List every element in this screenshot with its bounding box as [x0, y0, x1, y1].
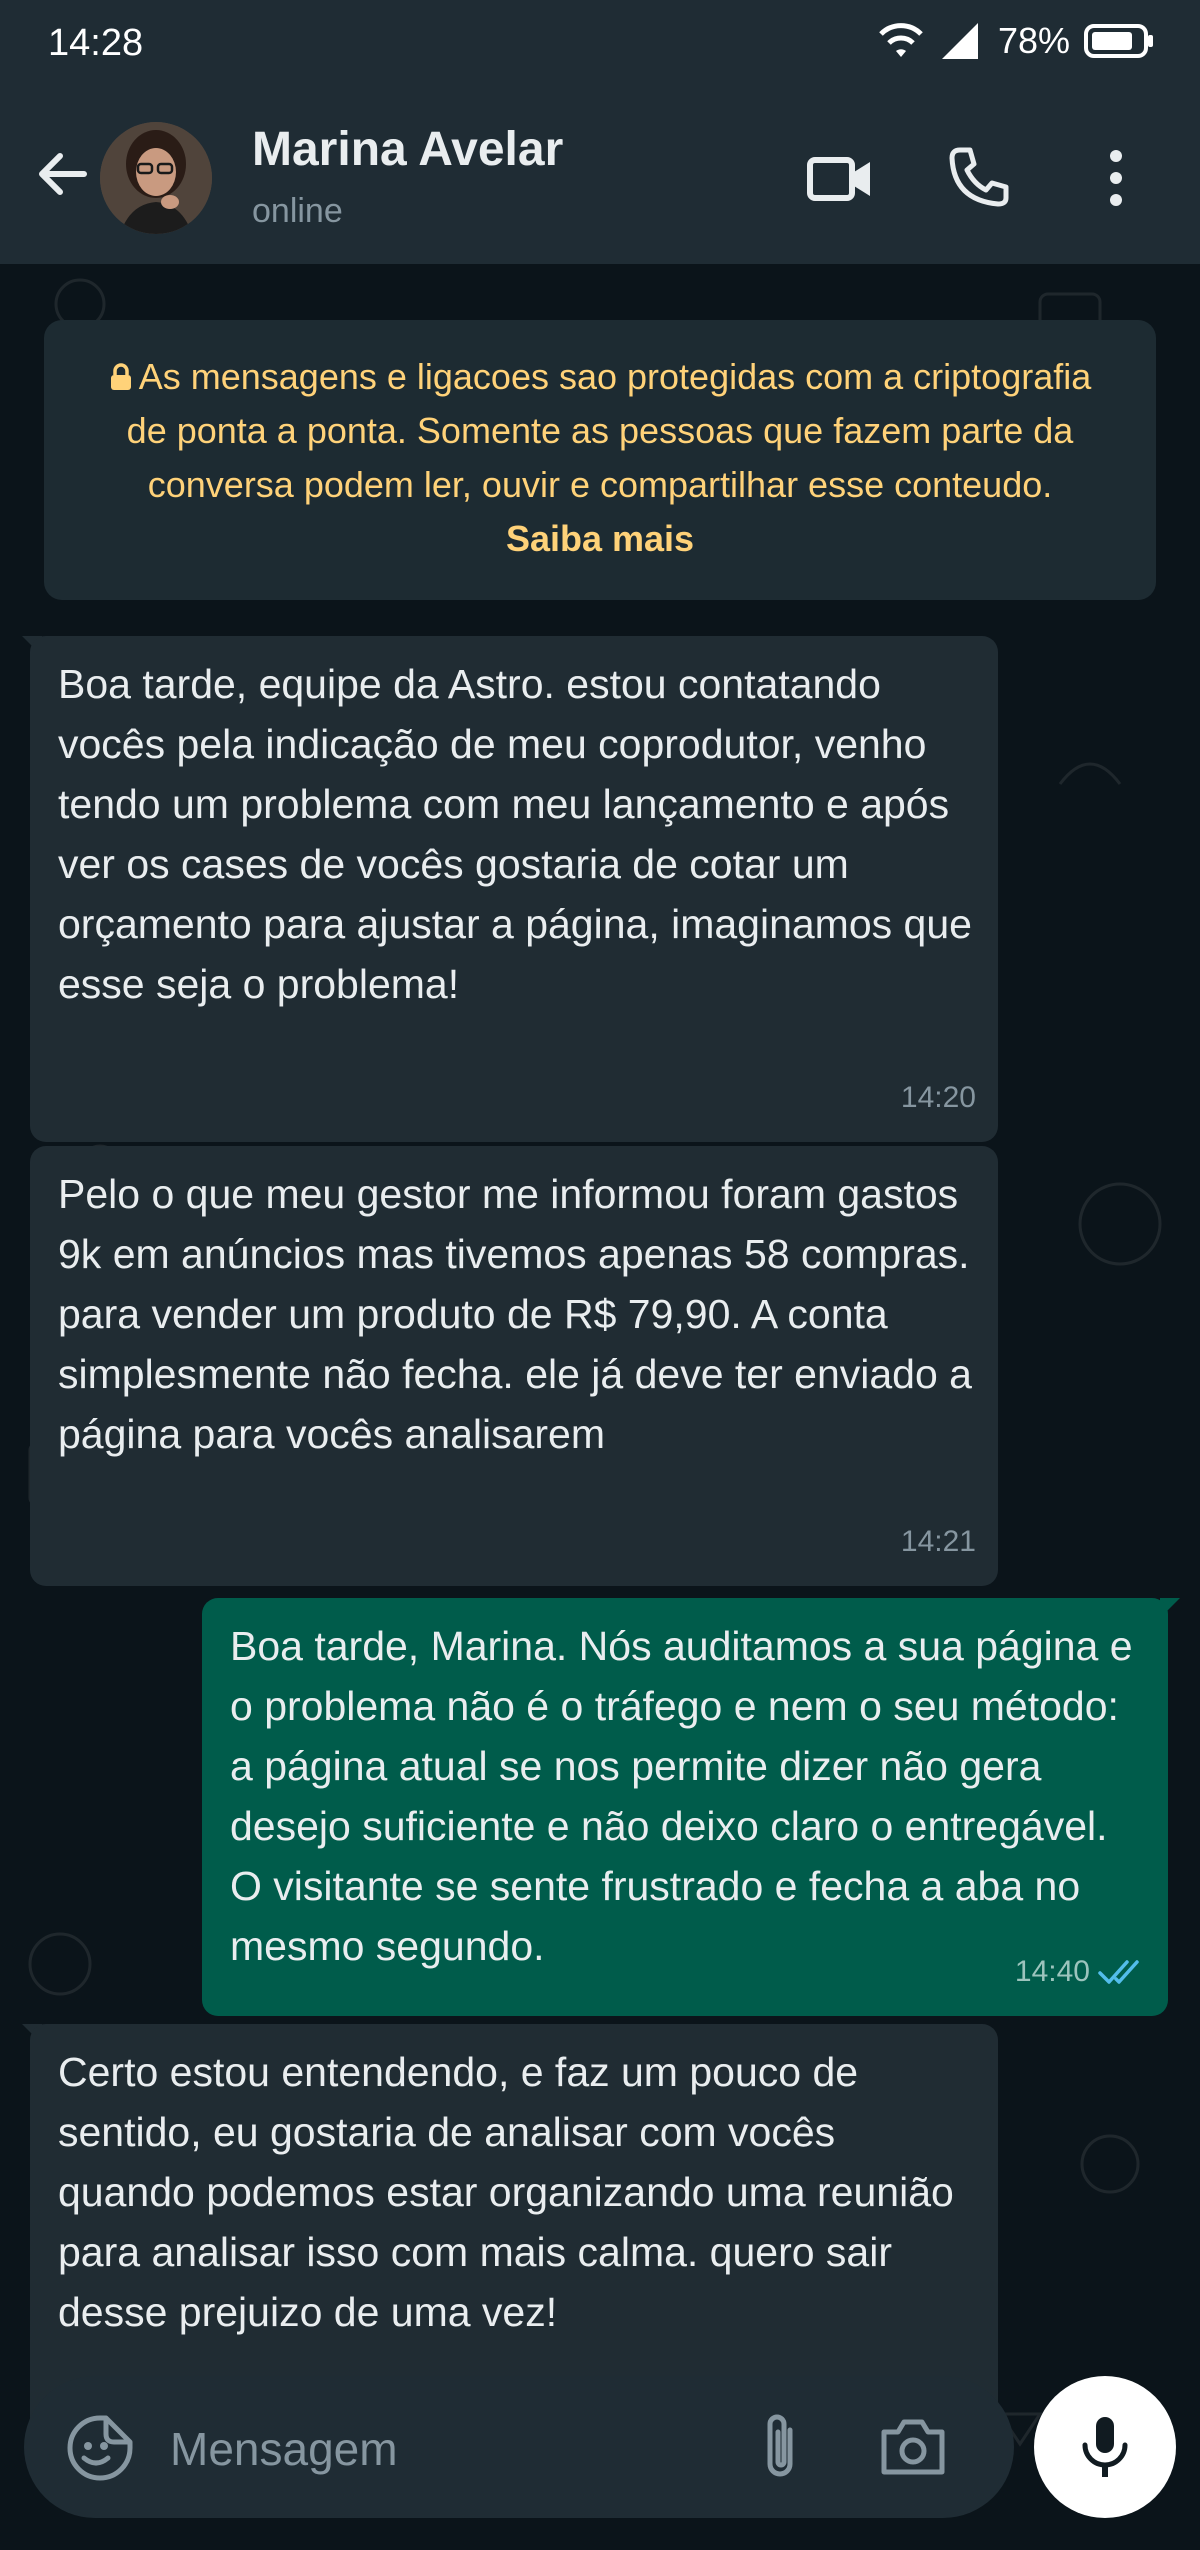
message-time: 14:20 — [900, 1081, 976, 1114]
signal-icon — [941, 23, 978, 59]
sticker-emoji-icon[interactable] — [64, 2412, 136, 2484]
message-input[interactable]: Mensagem — [170, 2422, 398, 2476]
learn-more-link[interactable]: Saiba mais — [506, 518, 694, 559]
message-incoming[interactable]: Pelo o que meu gestor me informou foram … — [30, 1146, 998, 1586]
phone-call-icon[interactable] — [942, 142, 1014, 214]
contact-name[interactable]: Marina Avelar — [252, 122, 563, 177]
encryption-notice[interactable]: As mensagens e ligacoes sao protegidas c… — [44, 320, 1156, 600]
avatar[interactable] — [100, 122, 212, 234]
more-options-icon[interactable] — [1080, 142, 1152, 214]
contact-status: online — [252, 192, 343, 230]
video-call-icon[interactable] — [804, 142, 876, 214]
read-receipt-icon — [1098, 1960, 1139, 1984]
lock-icon — [110, 363, 131, 390]
status-time: 14:28 — [48, 22, 144, 64]
microphone-icon — [1082, 2417, 1128, 2477]
wifi-icon — [879, 23, 923, 57]
battery-icon — [1084, 24, 1153, 58]
message-incoming[interactable]: Boa tarde, equipe da Astro. estou contat… — [30, 636, 998, 1142]
message-text: Boa tarde, equipe da Astro. estou contat… — [58, 661, 972, 1007]
battery-percent: 78% — [997, 20, 1070, 61]
message-time: 14:40 — [1015, 1942, 1148, 2002]
back-arrow-icon[interactable] — [30, 142, 94, 206]
attach-icon[interactable] — [746, 2410, 816, 2484]
message-composer[interactable]: Mensagem — [24, 2376, 1014, 2518]
voice-message-button[interactable] — [1034, 2376, 1176, 2518]
camera-icon[interactable] — [876, 2410, 950, 2484]
message-outgoing[interactable]: Boa tarde, Marina. Nós auditamos a sua p… — [202, 1598, 1168, 2016]
status-bar: 14:28 78% — [0, 0, 1200, 92]
message-text: Boa tarde, Marina. Nós auditamos a sua p… — [230, 1623, 1133, 1969]
message-text: Certo estou entendendo, e faz um pouco d… — [58, 2049, 954, 2335]
message-time: 14:21 — [900, 1525, 976, 1558]
message-text: Pelo o que meu gestor me informou foram … — [58, 1171, 972, 1457]
chat-header: Marina Avelar online — [0, 92, 1200, 264]
chat-area[interactable]: As mensagens e ligacoes sao protegidas c… — [0, 264, 1200, 2550]
encryption-notice-text: As mensagens e ligacoes sao protegidas c… — [126, 356, 1092, 505]
status-indicators: 78% — [876, 20, 1154, 62]
